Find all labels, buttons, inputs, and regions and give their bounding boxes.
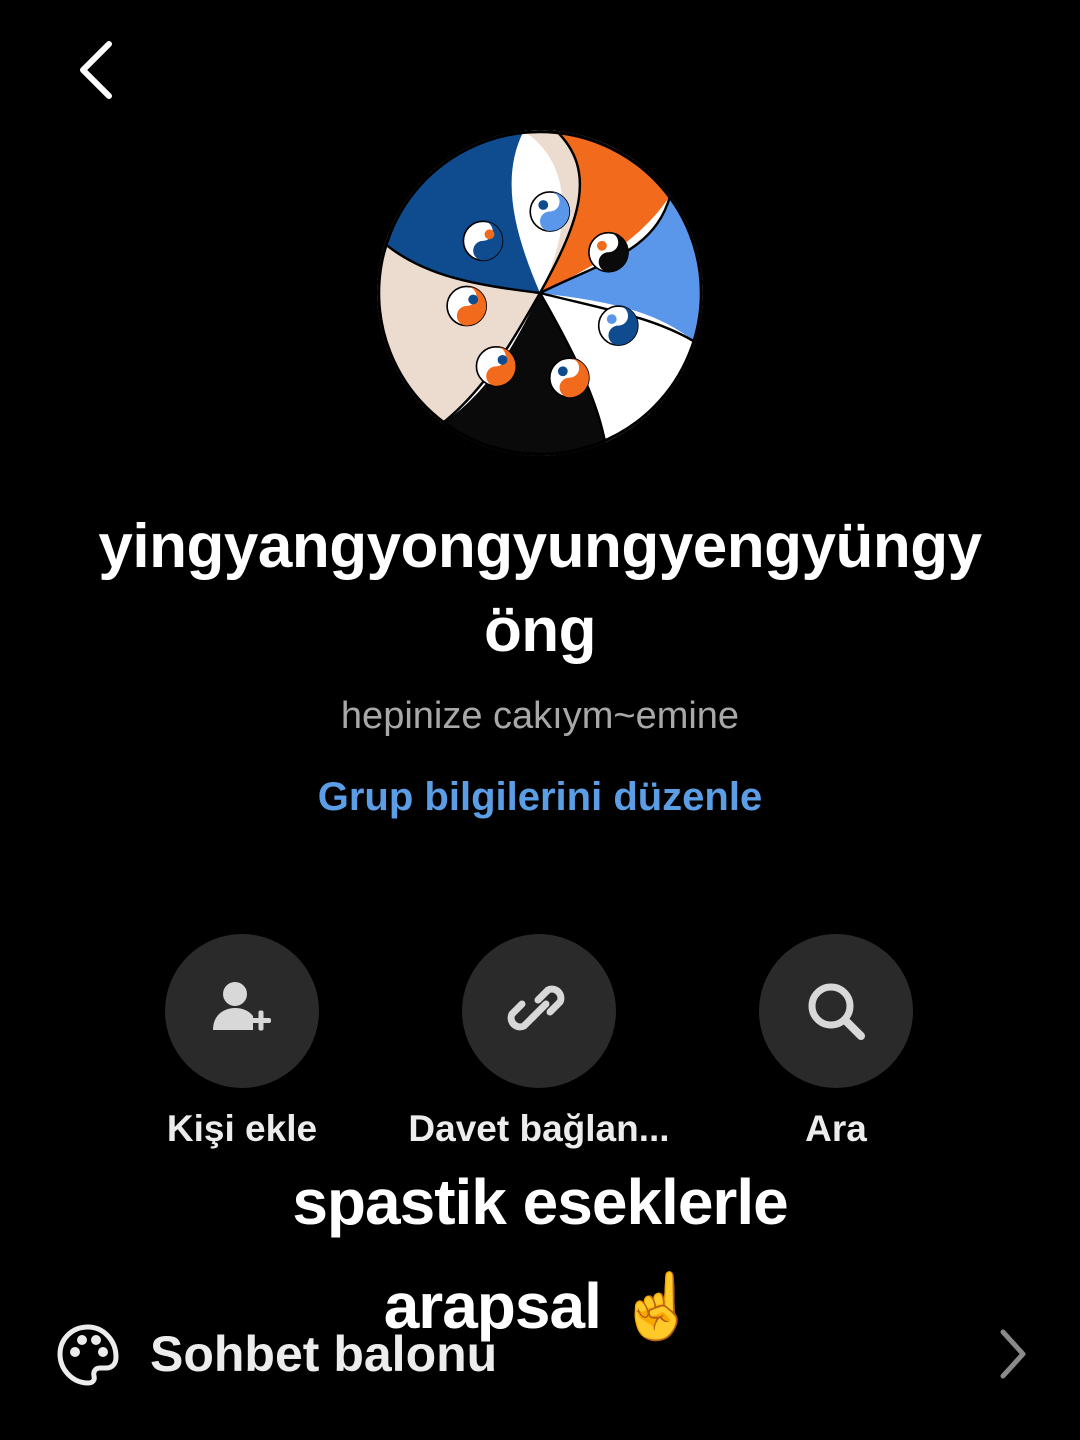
edit-group-info-link[interactable]: Grup bilgilerini düzenle	[0, 775, 1080, 820]
group-description: hepinize cakıym~emine	[340, 695, 740, 737]
link-icon	[507, 985, 565, 1031]
invite-link-button[interactable]: Davet bağlan...	[399, 934, 679, 1150]
palette-icon	[57, 1324, 119, 1386]
overlay-caption-line1: spastik eseklerle	[292, 1166, 788, 1238]
add-person-circle[interactable]	[165, 934, 319, 1088]
invite-link-label: Davet bağlan...	[408, 1108, 670, 1149]
invite-link-circle[interactable]	[462, 934, 616, 1088]
search-icon	[808, 983, 865, 1040]
chat-bubble-label: Sohbet balonu	[150, 1326, 498, 1382]
add-person-button[interactable]: Kişi ekle	[102, 934, 382, 1150]
chat-bubble-row[interactable]: Sohbet balonu	[0, 1310, 1080, 1400]
add-person-icon	[213, 982, 271, 1031]
back-button[interactable]	[60, 30, 130, 110]
add-person-label: Kişi ekle	[166, 1108, 318, 1149]
search-label: Ara	[805, 1108, 867, 1149]
search-circle[interactable]	[759, 934, 913, 1088]
chevron-right-icon	[1000, 1329, 1026, 1379]
group-name: yingyangyongyungyengyüngyöng	[98, 512, 982, 665]
group-avatar[interactable]	[377, 130, 703, 456]
search-button[interactable]: Ara	[696, 934, 976, 1150]
chevron-left-icon	[80, 41, 112, 99]
